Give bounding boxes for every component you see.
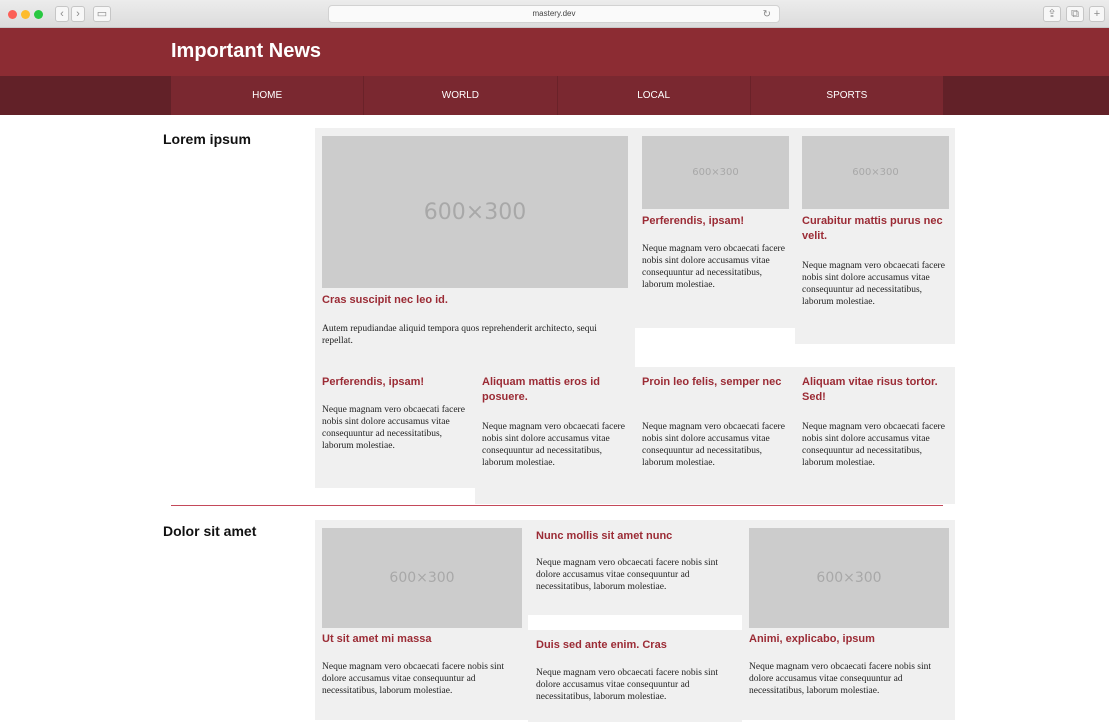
article-heading[interactable]: Perferendis, ipsam! [322,375,472,390]
article-heading[interactable]: Proin leo felis, semper nec [642,375,792,390]
url-text: mastery.dev [532,9,576,18]
main-nav: HOME WORLD LOCAL SPORTS [0,76,1109,115]
tabs-icon[interactable]: ⧉ [1066,6,1084,22]
address-bar[interactable]: mastery.dev ↻ [328,5,780,23]
article-heading[interactable]: Perferendis, ipsam! [642,214,790,229]
article-text: Neque magnam vero obcaecati facere nobis… [536,558,719,592]
article-heading[interactable]: Cras suscipit nec leo id. [322,293,622,308]
article-text: Neque magnam vero obcaecati facere nobis… [482,422,625,468]
back-icon[interactable]: ‹ [55,6,69,22]
image-placeholder: 600×300 [749,528,949,628]
close-window-icon[interactable] [8,10,17,19]
article-text: Neque magnam vero obcaecati facere nobis… [642,422,785,468]
article-text: Neque magnam vero obcaecati facere nobis… [322,662,505,696]
new-tab-icon[interactable]: + [1089,6,1105,22]
article-text: Neque magnam vero obcaecati facere nobis… [802,422,945,468]
article-heading[interactable]: Aliquam mattis eros id posuere. [482,375,630,405]
section-title: Lorem ipsum [163,131,251,147]
article-text: Neque magnam vero obcaecati facere nobis… [802,261,945,307]
image-placeholder: 600×300 [802,136,949,209]
section-divider [171,505,943,506]
section-title: Dolor sit amet [163,523,257,539]
site-header: Important News [0,28,1109,76]
article-heading[interactable]: Ut sit amet mi massa [322,632,522,647]
nav-item-local[interactable]: LOCAL [558,76,751,115]
image-placeholder: 600×300 [642,136,789,209]
site-title[interactable]: Important News [171,40,321,63]
browser-toolbar: ‹ › ▭ mastery.dev ↻ ⇪ ⧉ + [0,0,1109,28]
nav-item-sports[interactable]: SPORTS [751,76,943,115]
nav-item-home[interactable]: HOME [171,76,365,115]
article-text: Neque magnam vero obcaecati facere nobis… [322,405,465,451]
article-heading[interactable]: Nunc mollis sit amet nunc [536,529,736,544]
article-text: Neque magnam vero obcaecati facere nobis… [536,668,719,702]
minimize-window-icon[interactable] [21,10,30,19]
image-placeholder: 600×300 [322,528,522,628]
article-heading[interactable]: Duis sed ante enim. Cras [536,638,736,653]
image-placeholder: 600×300 [322,136,628,288]
forward-icon[interactable]: › [71,6,85,22]
article-text: Neque magnam vero obcaecati facere nobis… [749,662,932,696]
share-icon[interactable]: ⇪ [1043,6,1061,22]
nav-item-world[interactable]: WORLD [364,76,558,115]
article-text: Autem repudiandae aliquid tempora quos r… [322,324,597,346]
article-heading[interactable]: Animi, explicabo, ipsum [749,632,949,647]
sidebar-icon[interactable]: ▭ [93,6,111,22]
zoom-window-icon[interactable] [34,10,43,19]
article-heading[interactable]: Curabitur mattis purus nec velit. [802,214,952,244]
reload-icon[interactable]: ↻ [763,7,771,23]
article-heading[interactable]: Aliquam vitae risus tortor. Sed! [802,375,950,405]
article-text: Neque magnam vero obcaecati facere nobis… [642,244,785,290]
